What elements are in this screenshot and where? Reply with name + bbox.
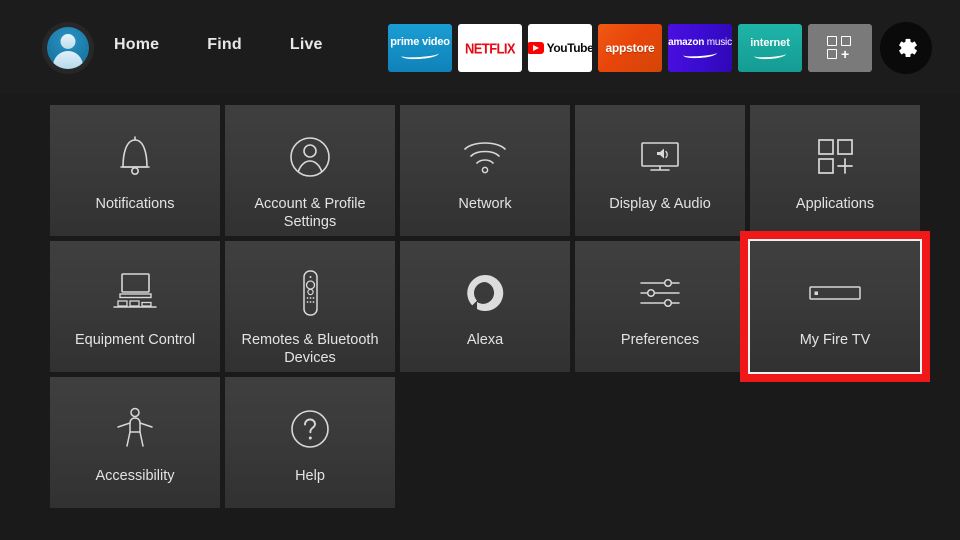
tile-display-audio[interactable]: Display & Audio bbox=[575, 105, 745, 236]
tile-remotes-bluetooth-devices[interactable]: Remotes & Bluetooth Devices bbox=[225, 241, 395, 372]
tv-stand-icon bbox=[109, 269, 161, 317]
plus-icon: + bbox=[841, 46, 850, 62]
tile-label: Equipment Control bbox=[74, 332, 196, 348]
youtube-icon: YouTube bbox=[528, 41, 592, 55]
alexa-ring-icon bbox=[463, 269, 507, 317]
amazon-music-label: amazon music bbox=[668, 38, 732, 48]
tv-speaker-icon bbox=[634, 133, 686, 181]
avatar-head-shape bbox=[60, 34, 76, 49]
tile-network[interactable]: Network bbox=[400, 105, 570, 236]
app-grid-plus-icon: + bbox=[827, 36, 853, 62]
top-navigation-bar: Home Find Live prime video NETFLIX YouTu… bbox=[0, 0, 960, 94]
appstore-icon: appstore bbox=[605, 41, 655, 55]
app-tile-prime-video[interactable]: prime video bbox=[388, 24, 452, 72]
grid-square-3 bbox=[827, 49, 837, 59]
tile-applications[interactable]: Applications bbox=[750, 105, 920, 236]
tile-label: Network bbox=[458, 196, 512, 212]
netflix-icon: NETFLIX bbox=[465, 39, 516, 57]
app-tile-youtube[interactable]: YouTube bbox=[528, 24, 592, 72]
tile-label: Alexa bbox=[466, 332, 504, 348]
prime-video-icon: prime video bbox=[390, 36, 450, 61]
user-avatar-icon bbox=[47, 27, 89, 69]
tile-label: Help bbox=[295, 468, 325, 484]
sliders-icon bbox=[637, 269, 683, 317]
tile-alexa[interactable]: Alexa bbox=[400, 241, 570, 372]
set-top-box-icon bbox=[807, 269, 863, 317]
amazon-music-icon: amazon music bbox=[668, 38, 732, 60]
tile-label: Display & Audio bbox=[609, 196, 711, 212]
app-tile-amazon-music[interactable]: amazon music bbox=[668, 24, 732, 72]
amazon-smile-icon bbox=[753, 49, 787, 61]
app-tile-internet[interactable]: internet bbox=[738, 24, 802, 72]
internet-label: internet bbox=[750, 37, 790, 49]
amazon-smile-icon bbox=[682, 48, 718, 60]
avatar-body-shape bbox=[53, 51, 83, 69]
app-grid-plus-icon bbox=[813, 133, 857, 181]
gear-icon bbox=[899, 38, 917, 57]
amazon-smile-icon bbox=[400, 48, 440, 61]
tile-label: Applications bbox=[795, 196, 875, 212]
tile-label: Account & Profile Settings bbox=[254, 196, 366, 230]
prime-video-label: prime video bbox=[390, 36, 450, 48]
youtube-play-icon bbox=[528, 42, 544, 54]
accessibility-icon bbox=[115, 405, 155, 453]
tile-label: Notifications bbox=[95, 196, 175, 212]
app-tile-app-grid[interactable]: + bbox=[808, 24, 872, 72]
tile-my-fire-tv[interactable]: My Fire TV bbox=[740, 231, 930, 382]
nav-link-live[interactable]: Live bbox=[286, 34, 327, 56]
fire-tv-settings-screen: Home Find Live prime video NETFLIX YouTu… bbox=[0, 0, 960, 540]
app-tile-appstore[interactable]: appstore bbox=[598, 24, 662, 72]
amazon-music-label-light: music bbox=[704, 37, 732, 48]
bell-icon bbox=[114, 133, 156, 181]
tile-label: Remotes & Bluetooth Devices bbox=[241, 332, 379, 366]
tile-preferences[interactable]: Preferences bbox=[575, 241, 745, 372]
tile-equipment-control[interactable]: Equipment Control bbox=[50, 241, 220, 372]
avatar[interactable] bbox=[42, 22, 94, 74]
app-shortcut-row: prime video NETFLIX YouTube appstore ama… bbox=[388, 22, 932, 74]
internet-icon: internet bbox=[750, 37, 790, 61]
question-circle-icon bbox=[288, 405, 332, 453]
tile-account-profile-settings[interactable]: Account & Profile Settings bbox=[225, 105, 395, 236]
tile-label: My Fire TV bbox=[799, 332, 871, 348]
wifi-icon bbox=[461, 133, 509, 181]
tile-label: Accessibility bbox=[95, 468, 175, 484]
tile-label: Preferences bbox=[620, 332, 700, 348]
tile-help[interactable]: Help bbox=[225, 377, 395, 508]
user-circle-icon bbox=[288, 133, 332, 181]
amazon-music-label-bold: amazon bbox=[668, 37, 705, 48]
settings-tile-grid: Notifications Account & Profile Settings bbox=[50, 105, 930, 508]
nav-link-home[interactable]: Home bbox=[110, 34, 163, 56]
youtube-label: YouTube bbox=[546, 41, 592, 55]
tile-notifications[interactable]: Notifications bbox=[50, 105, 220, 236]
tile-accessibility[interactable]: Accessibility bbox=[50, 377, 220, 508]
app-tile-netflix[interactable]: NETFLIX bbox=[458, 24, 522, 72]
remote-icon bbox=[296, 269, 324, 317]
grid-square-1 bbox=[827, 36, 837, 46]
grid-square-2 bbox=[841, 36, 851, 46]
nav-links: Home Find Live bbox=[110, 34, 327, 56]
nav-link-find[interactable]: Find bbox=[203, 34, 246, 56]
settings-gear-button[interactable] bbox=[880, 22, 932, 74]
